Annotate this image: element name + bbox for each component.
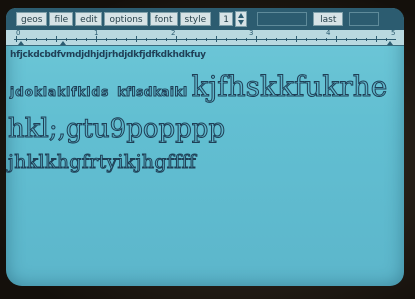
ruler-tick: [176, 36, 177, 42]
monitor-bezel: geos file edit options font style 1 last…: [0, 0, 415, 299]
ruler-tick: [86, 38, 87, 41]
last-button[interactable]: last: [313, 12, 344, 26]
menu-options[interactable]: options: [104, 12, 148, 26]
close-box[interactable]: [349, 12, 380, 26]
ruler-tick: [66, 38, 67, 41]
ruler-tick: [256, 36, 257, 42]
ruler-label: 2: [171, 29, 176, 37]
ruler-tick: [306, 38, 307, 41]
ruler-tick: [216, 36, 217, 42]
ruler-line: [14, 39, 396, 40]
text-line: jdoklaklfklds kflsdkaikl kjfhskkfukrhe: [9, 70, 388, 110]
text-line: jhklkhgfrtyikjhgffff: [7, 151, 197, 174]
ruler-tick: [236, 38, 237, 41]
menu-geos[interactable]: geos: [16, 12, 48, 26]
text-run: kflsdkaikl: [117, 85, 188, 100]
ruler-tick: [186, 38, 187, 41]
document-area[interactable]: hfjckdcbdfvmdjdhjdjrhdjdkfjdfkdkhdkfuy j…: [6, 48, 404, 286]
arrow-up-icon[interactable]: [238, 13, 245, 18]
ruler-tick: [226, 38, 227, 41]
ruler-tick: [126, 38, 127, 41]
ruler-tick: [46, 38, 47, 41]
ruler-tick: [326, 38, 327, 41]
ruler-tick: [376, 36, 377, 42]
ruler-tick: [286, 38, 287, 41]
right-margin-marker[interactable]: [387, 41, 393, 45]
page-indicator: [257, 12, 308, 26]
ruler[interactable]: 0 1 2 3 4 5: [6, 29, 404, 46]
ruler-tick: [276, 38, 277, 41]
text-run: jdoklaklfklds: [9, 85, 110, 100]
ruler-tick: [356, 38, 357, 41]
text-line: hkl;,gtu9popppp: [7, 114, 226, 145]
ruler-tick: [106, 38, 107, 41]
menu-file[interactable]: file: [49, 12, 74, 26]
ruler-tick: [336, 36, 337, 42]
menu-bar: geos file edit options font style 1 last: [6, 8, 404, 30]
ruler-tick: [56, 36, 57, 42]
ruler-label: 3: [249, 29, 254, 37]
ruler-tick: [156, 38, 157, 41]
ruler-tick: [246, 38, 247, 41]
menu-font[interactable]: font: [149, 12, 178, 26]
ruler-label: 0: [16, 29, 21, 37]
ruler-label: 5: [391, 29, 396, 37]
ruler-tick: [296, 36, 297, 42]
paragraph-indent-marker[interactable]: [60, 41, 66, 45]
screen: geos file edit options font style 1 last…: [6, 8, 404, 286]
point-size-box[interactable]: 1: [219, 12, 234, 26]
ruler-tick: [196, 38, 197, 41]
ruler-tick: [116, 38, 117, 41]
menu-style[interactable]: style: [179, 12, 212, 26]
ruler-tick: [266, 38, 267, 41]
ruler-tick: [76, 38, 77, 41]
ruler-tick: [136, 36, 137, 42]
ruler-tick: [316, 38, 317, 41]
point-size-spinner[interactable]: [235, 11, 248, 27]
ruler-label: 1: [94, 29, 99, 37]
ruler-tick: [206, 38, 207, 41]
menu-edit[interactable]: edit: [75, 12, 103, 26]
left-margin-marker[interactable]: [18, 41, 24, 45]
ruler-tick: [36, 38, 37, 41]
ruler-tick: [166, 38, 167, 41]
ruler-tick: [26, 38, 27, 41]
ruler-tick: [346, 38, 347, 41]
ruler-tick: [146, 38, 147, 41]
text-run: kjfhskkfukrhe: [191, 70, 388, 104]
ruler-label: 4: [326, 29, 331, 37]
text-line: hfjckdcbdfvmdjdhjdjrhdjdkfjdfkdkhdkfuy: [10, 50, 206, 60]
arrow-down-icon[interactable]: [238, 20, 245, 25]
ruler-tick: [366, 38, 367, 41]
